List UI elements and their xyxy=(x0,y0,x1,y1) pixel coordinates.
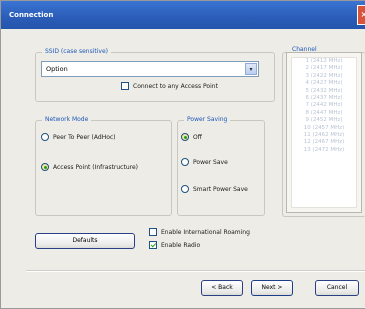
channel-item[interactable]: 4 (2427 MHz) xyxy=(292,80,356,87)
channel-listbox[interactable]: 1 (2412 MHz) 2 (2417 MHz) 3 (2422 MHz) 4… xyxy=(286,52,362,213)
channel-item[interactable]: 6 (2437 MHz) xyxy=(292,95,356,102)
window-title: Connection xyxy=(9,11,54,19)
chevron-down-icon[interactable]: ▾ xyxy=(245,63,257,75)
radio-peer-to-peer-dot[interactable] xyxy=(41,133,49,141)
radio-power-save-dot[interactable] xyxy=(181,158,189,166)
radio-power-save[interactable]: Power Save xyxy=(181,158,228,166)
channel-item[interactable]: 10 (2457 MHz) xyxy=(292,125,356,132)
channel-item[interactable]: 13 (2472 MHz) xyxy=(292,147,356,154)
defaults-button[interactable]: Defaults xyxy=(35,233,135,249)
channel-item[interactable]: 7 (2442 MHz) xyxy=(292,102,356,109)
close-button[interactable]: × xyxy=(357,5,365,25)
channel-list: 1 (2412 MHz) 2 (2417 MHz) 3 (2422 MHz) 4… xyxy=(291,57,357,208)
radio-power-save-label: Power Save xyxy=(193,158,228,166)
channel-item[interactable]: 8 (2447 MHz) xyxy=(292,110,356,117)
title-bar[interactable]: Connection × xyxy=(1,1,365,29)
ssid-group-label: SSID (case sensitive) xyxy=(42,48,111,55)
ssid-value: Option xyxy=(46,65,68,73)
connection-dialog: Connection × SSID (case sensitive) Optio… xyxy=(0,0,365,309)
footer-separator xyxy=(26,270,365,272)
power-saving-group-label: Power Saving xyxy=(184,116,231,123)
ssid-combobox[interactable]: Option ▾ xyxy=(41,61,259,77)
channel-item[interactable]: 9 (2452 MHz) xyxy=(292,117,356,124)
enable-radio-label: Enable Radio xyxy=(161,241,201,249)
radio-peer-to-peer-label: Peer To Peer (AdHoc) xyxy=(53,133,116,141)
radio-access-point[interactable]: Access Point (Infrastructure) xyxy=(41,163,138,171)
connect-any-box[interactable] xyxy=(121,82,129,90)
radio-power-off[interactable]: Off xyxy=(181,133,202,141)
intl-roaming-label: Enable International Roaming xyxy=(161,228,250,236)
channel-item[interactable]: 11 (2462 MHz) xyxy=(292,132,356,139)
channel-item[interactable]: 5 (2432 MHz) xyxy=(292,88,356,95)
network-mode-group-label: Network Mode xyxy=(42,116,92,123)
back-button[interactable]: < Back xyxy=(201,280,243,296)
radio-access-point-label: Access Point (Infrastructure) xyxy=(53,163,138,171)
radio-peer-to-peer[interactable]: Peer To Peer (AdHoc) xyxy=(41,133,116,141)
intl-roaming-box[interactable] xyxy=(149,228,157,236)
radio-smart-power-save[interactable]: Smart Power Save xyxy=(181,185,248,193)
enable-radio-box[interactable] xyxy=(149,241,157,249)
radio-power-off-dot[interactable] xyxy=(181,133,189,141)
radio-smart-power-save-label: Smart Power Save xyxy=(193,185,248,193)
radio-access-point-dot[interactable] xyxy=(41,163,49,171)
channel-item[interactable]: 12 (2467 MHz) xyxy=(292,139,356,146)
radio-power-off-label: Off xyxy=(193,133,202,141)
channel-item[interactable]: 1 (2412 MHz) xyxy=(292,58,356,65)
channel-item[interactable]: 3 (2422 MHz) xyxy=(292,73,356,80)
enable-radio-checkbox[interactable]: Enable Radio xyxy=(149,241,200,249)
connect-any-checkbox[interactable]: Connect to any Access Point xyxy=(121,82,218,90)
intl-roaming-checkbox[interactable]: Enable International Roaming xyxy=(149,228,250,236)
next-button[interactable]: Next > xyxy=(251,280,293,296)
channel-item[interactable]: 2 (2417 MHz) xyxy=(292,65,356,72)
radio-smart-power-save-dot[interactable] xyxy=(181,185,189,193)
ssid-group: SSID (case sensitive) xyxy=(35,48,275,102)
connect-any-label: Connect to any Access Point xyxy=(133,82,218,90)
cancel-button[interactable]: Cancel xyxy=(315,280,359,296)
